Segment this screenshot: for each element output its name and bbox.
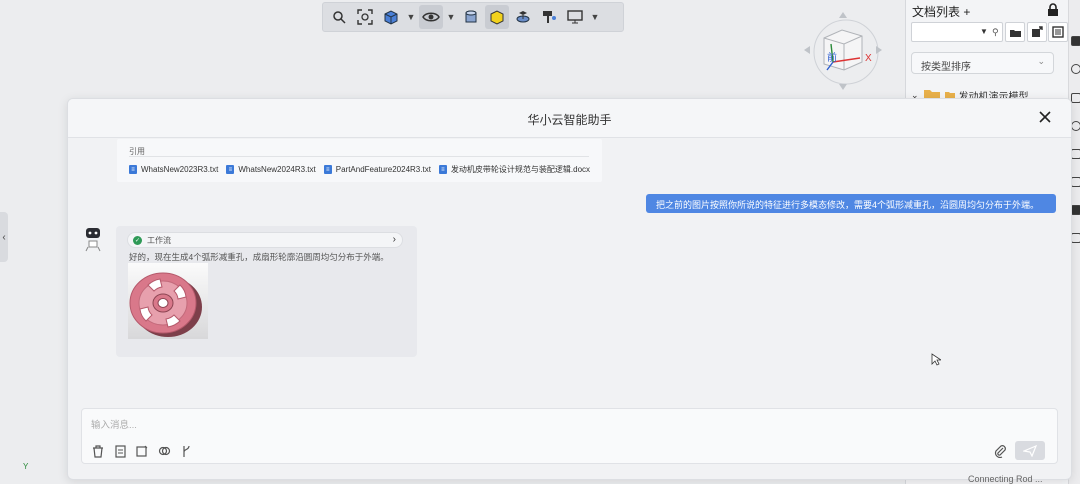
attachment-icon[interactable]	[993, 444, 1007, 459]
message-composer	[81, 408, 1058, 464]
wrench-icon[interactable]	[1071, 149, 1080, 159]
mouse-cursor	[931, 353, 943, 369]
reference-file[interactable]: ≡ WhatsNew2023R3.txt	[129, 164, 218, 175]
layers-icon[interactable]	[1071, 205, 1080, 215]
x-axis-label: X	[865, 53, 872, 64]
reference-file-name: PartAndFeature2024R3.txt	[335, 165, 431, 174]
link-icon[interactable]	[157, 444, 171, 458]
references-card: 引用 ≡ WhatsNew2023R3.txt ≡ WhatsNew2024R3…	[117, 139, 602, 182]
document-icon: ≡	[323, 165, 332, 174]
viewcube[interactable]: 前 X	[800, 8, 892, 92]
status-text: Connecting Rod ...	[968, 474, 1043, 484]
new-chat-icon[interactable]	[135, 444, 149, 458]
document-icon[interactable]	[113, 444, 127, 458]
paint-icon[interactable]	[537, 5, 561, 29]
lock-icon[interactable]	[1047, 3, 1059, 19]
branch-icon[interactable]	[179, 444, 193, 458]
pulley-render-image[interactable]	[128, 263, 208, 339]
chevron-right-icon: ›	[392, 234, 396, 245]
view-toolbar: ▼ ▼ ▼	[322, 2, 624, 32]
send-button[interactable]	[1015, 441, 1045, 460]
eye-icon[interactable]	[1071, 121, 1080, 131]
assistant-dialog: 华小云智能助手 引用 ≡ WhatsNew2023R3.txt ≡ WhatsN…	[67, 98, 1072, 480]
dialog-header: 华小云智能助手	[68, 99, 1071, 138]
viewcube-face-label: 前	[827, 53, 837, 64]
list-icon[interactable]	[1048, 22, 1068, 42]
user-message: 把之前的图片按照你所说的特征进行多模态修改，需要4个弧形减重孔，沿圆周均匀分布于…	[646, 194, 1056, 213]
shaded-icon[interactable]	[485, 5, 509, 29]
composer-toolbar	[91, 444, 193, 458]
edit-icon[interactable]	[1071, 93, 1080, 103]
sort-label: 按类型排序	[921, 62, 971, 73]
y-axis-label: Y	[23, 462, 29, 471]
document-filter-select[interactable]: ▼ ⚲	[911, 22, 1003, 42]
chevron-down-icon[interactable]: ▼	[589, 5, 601, 29]
save-icon[interactable]	[1071, 177, 1080, 187]
reference-file-list: ≡ WhatsNew2023R3.txt ≡ WhatsNew2024R3.tx…	[129, 164, 590, 175]
chevron-down-icon[interactable]: ▼	[445, 5, 457, 29]
collapse-left-panel-button[interactable]: ‹	[0, 212, 8, 262]
open-folder-icon[interactable]	[1005, 22, 1025, 42]
reference-file[interactable]: ≡ 发动机皮带轮设计规范与装配逻辑.docx	[438, 164, 591, 175]
send-icon	[1023, 444, 1037, 457]
zoom-icon[interactable]	[327, 5, 351, 29]
dialog-title: 华小云智能助手	[527, 113, 612, 127]
bot-message: ✓ 工作流 › 好的，现在生成4个弧形减重孔，成扇形轮廓沿圆周均匀分布于外端。	[116, 226, 417, 357]
bot-reply-text: 好的，现在生成4个弧形减重孔，成扇形轮廓沿圆周均匀分布于外端。	[129, 252, 389, 262]
reference-file-name: 发动机皮带轮设计规范与装配逻辑.docx	[450, 165, 591, 174]
chevron-down-icon: ⌄	[1037, 56, 1045, 66]
message-input[interactable]	[91, 417, 691, 433]
document-icon: ≡	[129, 165, 137, 174]
reference-file-name: WhatsNew2023R3.txt	[141, 165, 219, 174]
cube-icon[interactable]	[1071, 233, 1080, 243]
view-cube-icon[interactable]	[379, 5, 403, 29]
display-icon[interactable]	[563, 5, 587, 29]
bot-avatar	[85, 227, 101, 253]
workflow-label: 工作流	[147, 235, 171, 245]
document-list-title[interactable]: 文档列表 +	[912, 3, 970, 20]
eye-icon[interactable]	[419, 5, 443, 29]
reference-file-name: WhatsNew2024R3.txt	[238, 165, 316, 174]
reference-file[interactable]: ≡ PartAndFeature2024R3.txt	[323, 164, 431, 175]
chevron-down-icon: ▼	[980, 27, 988, 36]
search-icon[interactable]: ⚲	[992, 27, 999, 38]
export-icon[interactable]	[1027, 22, 1047, 42]
workflow-toggle[interactable]: ✓ 工作流 ›	[127, 232, 403, 248]
document-icon: ≡	[226, 165, 235, 174]
document-icon: ≡	[438, 165, 447, 174]
close-icon[interactable]	[1037, 109, 1053, 125]
cylinder-icon[interactable]	[459, 5, 483, 29]
divider	[129, 156, 589, 157]
section-icon[interactable]	[511, 5, 535, 29]
check-icon: ✓	[133, 235, 142, 245]
tool-icon[interactable]	[1071, 64, 1080, 74]
sort-by-type-select[interactable]: 按类型排序 ⌄	[911, 52, 1054, 74]
chevron-down-icon[interactable]: ▼	[405, 5, 417, 29]
reference-file[interactable]: ≡ WhatsNew2024R3.txt	[226, 164, 316, 175]
zoom-fit-icon[interactable]	[353, 5, 377, 29]
chevron-left-icon: ‹	[2, 231, 6, 243]
trash-icon[interactable]	[91, 444, 105, 458]
tool-icon[interactable]	[1071, 36, 1080, 46]
